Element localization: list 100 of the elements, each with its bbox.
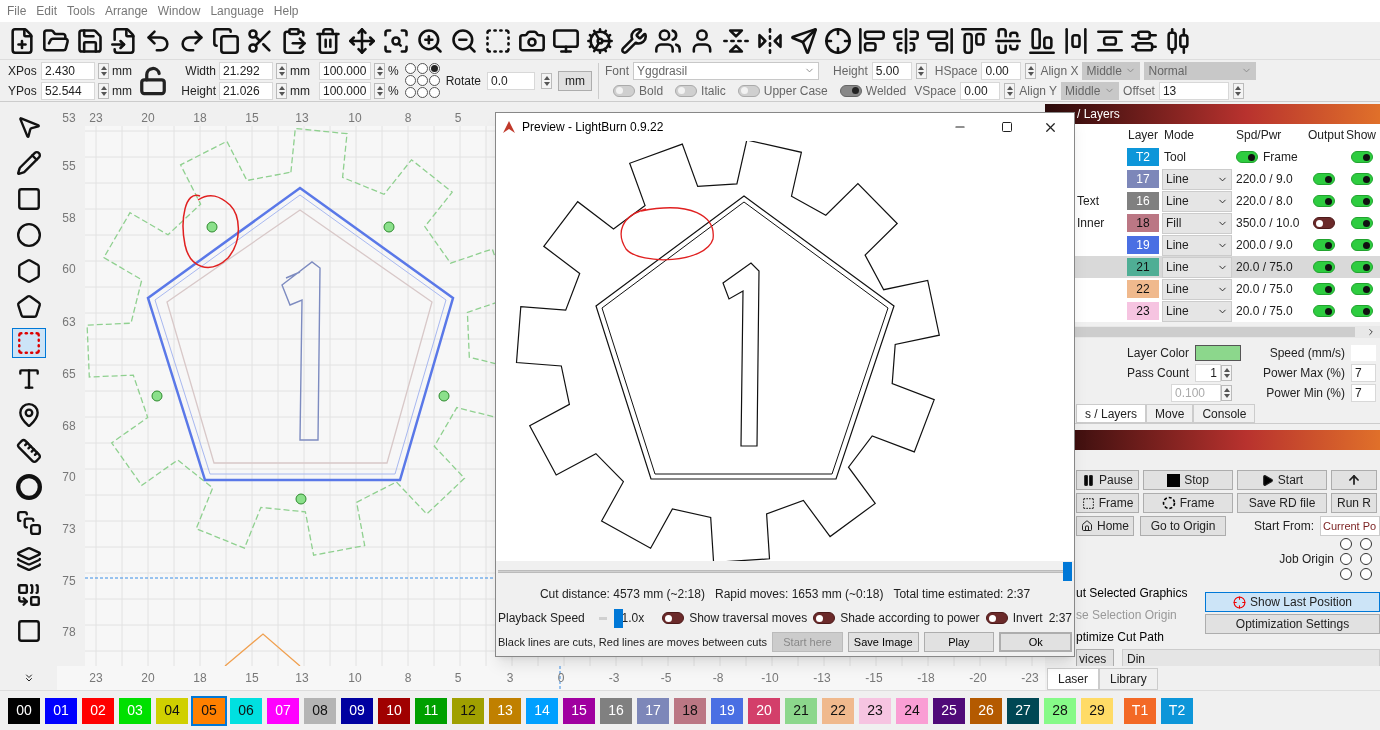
settings-icon[interactable] <box>586 26 614 55</box>
laser-button[interactable]: Frame <box>1143 493 1233 513</box>
zoom-page-icon[interactable] <box>382 26 410 55</box>
anchor-radio[interactable] <box>428 63 440 74</box>
anchor-radio[interactable] <box>404 87 416 98</box>
crosshair-icon[interactable] <box>824 26 852 55</box>
number-field[interactable]: 2.430 <box>41 61 95 80</box>
toggle-switch[interactable] <box>839 84 862 97</box>
number-field[interactable]: 0.00 <box>981 61 1022 80</box>
spin-buttons[interactable] <box>98 82 109 99</box>
frame-selection-icon[interactable] <box>484 26 512 55</box>
mode-dropdown[interactable]: Line <box>1162 234 1232 256</box>
layer-swatch[interactable]: 22 <box>1127 280 1159 298</box>
move-icon[interactable] <box>348 26 376 55</box>
toggle-switch[interactable] <box>985 612 1008 624</box>
distribute-middle-icon[interactable] <box>1164 26 1192 55</box>
go-to-origin-button[interactable]: Go to Origin <box>1140 516 1226 536</box>
align-center-icon[interactable] <box>892 26 920 55</box>
align-bottom-icon[interactable] <box>1028 26 1056 55</box>
panel-tab[interactable]: Console <box>1193 404 1256 423</box>
palette-swatch[interactable]: 12 <box>452 697 484 724</box>
number-field[interactable]: 21.026 <box>219 81 273 100</box>
handle-dot[interactable] <box>295 493 307 505</box>
copy-icon[interactable] <box>212 26 240 55</box>
layer-swatch[interactable]: 18 <box>1127 214 1159 232</box>
palette-swatch[interactable]: 29 <box>1081 697 1113 724</box>
radio-button[interactable] <box>1360 568 1372 580</box>
scroll-right-icon[interactable] <box>1366 327 1376 337</box>
menu-item[interactable]: Edit <box>31 2 63 20</box>
monitor-icon[interactable] <box>552 26 580 55</box>
palette-swatch[interactable]: 20 <box>748 697 780 724</box>
maximize-icon[interactable] <box>1001 121 1013 133</box>
toggle-switch[interactable] <box>1313 261 1335 273</box>
layer-swatch[interactable]: 19 <box>1127 236 1159 254</box>
wrench-icon[interactable] <box>620 26 648 55</box>
spin-buttons[interactable] <box>276 62 287 79</box>
laser-button[interactable]: Save RD file <box>1237 493 1327 513</box>
start-from-dropdown[interactable]: Current Po <box>1320 516 1380 536</box>
toggle-switch[interactable] <box>1350 239 1373 251</box>
palette-swatch[interactable]: 08 <box>304 697 336 724</box>
radio-button[interactable] <box>1340 538 1352 550</box>
radio-button[interactable] <box>1340 568 1352 580</box>
toggle-switch[interactable] <box>737 84 760 97</box>
align-top-icon[interactable] <box>960 26 988 55</box>
radio-button[interactable] <box>1360 538 1372 550</box>
show-last-position-button[interactable]: Show Last Position <box>1205 592 1380 612</box>
distribute-horizontal-icon[interactable] <box>1062 26 1090 55</box>
spin-buttons[interactable] <box>98 62 109 79</box>
laser-button[interactable]: Frame <box>1076 493 1139 513</box>
toggle-switch[interactable] <box>613 84 636 97</box>
toggle-switch[interactable] <box>662 612 685 624</box>
anchor-radio[interactable] <box>428 87 440 98</box>
palette-swatch[interactable]: 28 <box>1044 697 1076 724</box>
flip-horizontal-icon[interactable] <box>756 26 784 55</box>
toggle-switch[interactable] <box>675 84 698 97</box>
panel-tab[interactable]: Library <box>1099 668 1158 690</box>
palette-swatch[interactable]: 06 <box>230 697 262 724</box>
toggle-switch[interactable] <box>1350 283 1373 295</box>
unlocked-lock-icon[interactable] <box>138 65 168 96</box>
menu-item[interactable]: Tools <box>62 2 101 20</box>
layer-swatch[interactable]: 16 <box>1127 192 1159 210</box>
number-field[interactable]: 52.544 <box>41 81 95 100</box>
align-right-icon[interactable] <box>926 26 954 55</box>
save-icon[interactable] <box>76 26 104 55</box>
layer-swatch[interactable]: 23 <box>1127 302 1159 320</box>
menu-item[interactable]: File <box>2 2 32 20</box>
spin-buttons[interactable] <box>1232 82 1244 99</box>
paper-plane-icon[interactable] <box>790 26 818 55</box>
dropdown[interactable]: Middle <box>1061 81 1120 100</box>
layer-swatch[interactable]: 21 <box>1127 258 1159 276</box>
toggle-switch[interactable] <box>1313 239 1335 251</box>
font-dropdown[interactable]: Yggdrasil <box>633 61 820 80</box>
radio-button[interactable] <box>1340 553 1352 565</box>
toggle-switch[interactable] <box>1350 305 1373 317</box>
style-dropdown[interactable]: Normal <box>1144 61 1257 80</box>
dialog-button[interactable]: Play <box>923 632 995 652</box>
panel-tab[interactable]: Move <box>1146 404 1194 423</box>
delete-icon[interactable] <box>314 26 342 55</box>
palette-swatch[interactable]: 09 <box>341 697 373 724</box>
palette-swatch[interactable]: 00 <box>8 697 40 724</box>
anchor-radio[interactable] <box>404 63 416 74</box>
palette-swatch[interactable]: 24 <box>896 697 928 724</box>
panel-tab[interactable]: s / Layers <box>1076 404 1147 423</box>
inner-pentagon-shape[interactable] <box>166 209 433 464</box>
cut-icon[interactable] <box>246 26 274 55</box>
number-field[interactable]: 21.292 <box>219 61 273 80</box>
anchor-radio[interactable] <box>428 75 440 86</box>
spin-buttons[interactable] <box>915 62 927 79</box>
laser-button[interactable] <box>1331 470 1377 490</box>
palette-swatch[interactable]: 18 <box>674 697 706 724</box>
menu-item[interactable]: Help <box>268 2 304 20</box>
new-file-icon[interactable] <box>8 26 36 55</box>
toggle-switch[interactable] <box>1313 195 1335 207</box>
toggle-switch[interactable] <box>1350 261 1373 273</box>
folder-icon[interactable] <box>42 26 70 55</box>
palette-swatch[interactable]: 27 <box>1007 697 1039 724</box>
palette-swatch[interactable]: 05 <box>193 697 225 724</box>
palette-swatch[interactable]: 23 <box>859 697 891 724</box>
spin-buttons[interactable] <box>1221 385 1232 401</box>
toggle-switch[interactable] <box>1350 217 1373 229</box>
